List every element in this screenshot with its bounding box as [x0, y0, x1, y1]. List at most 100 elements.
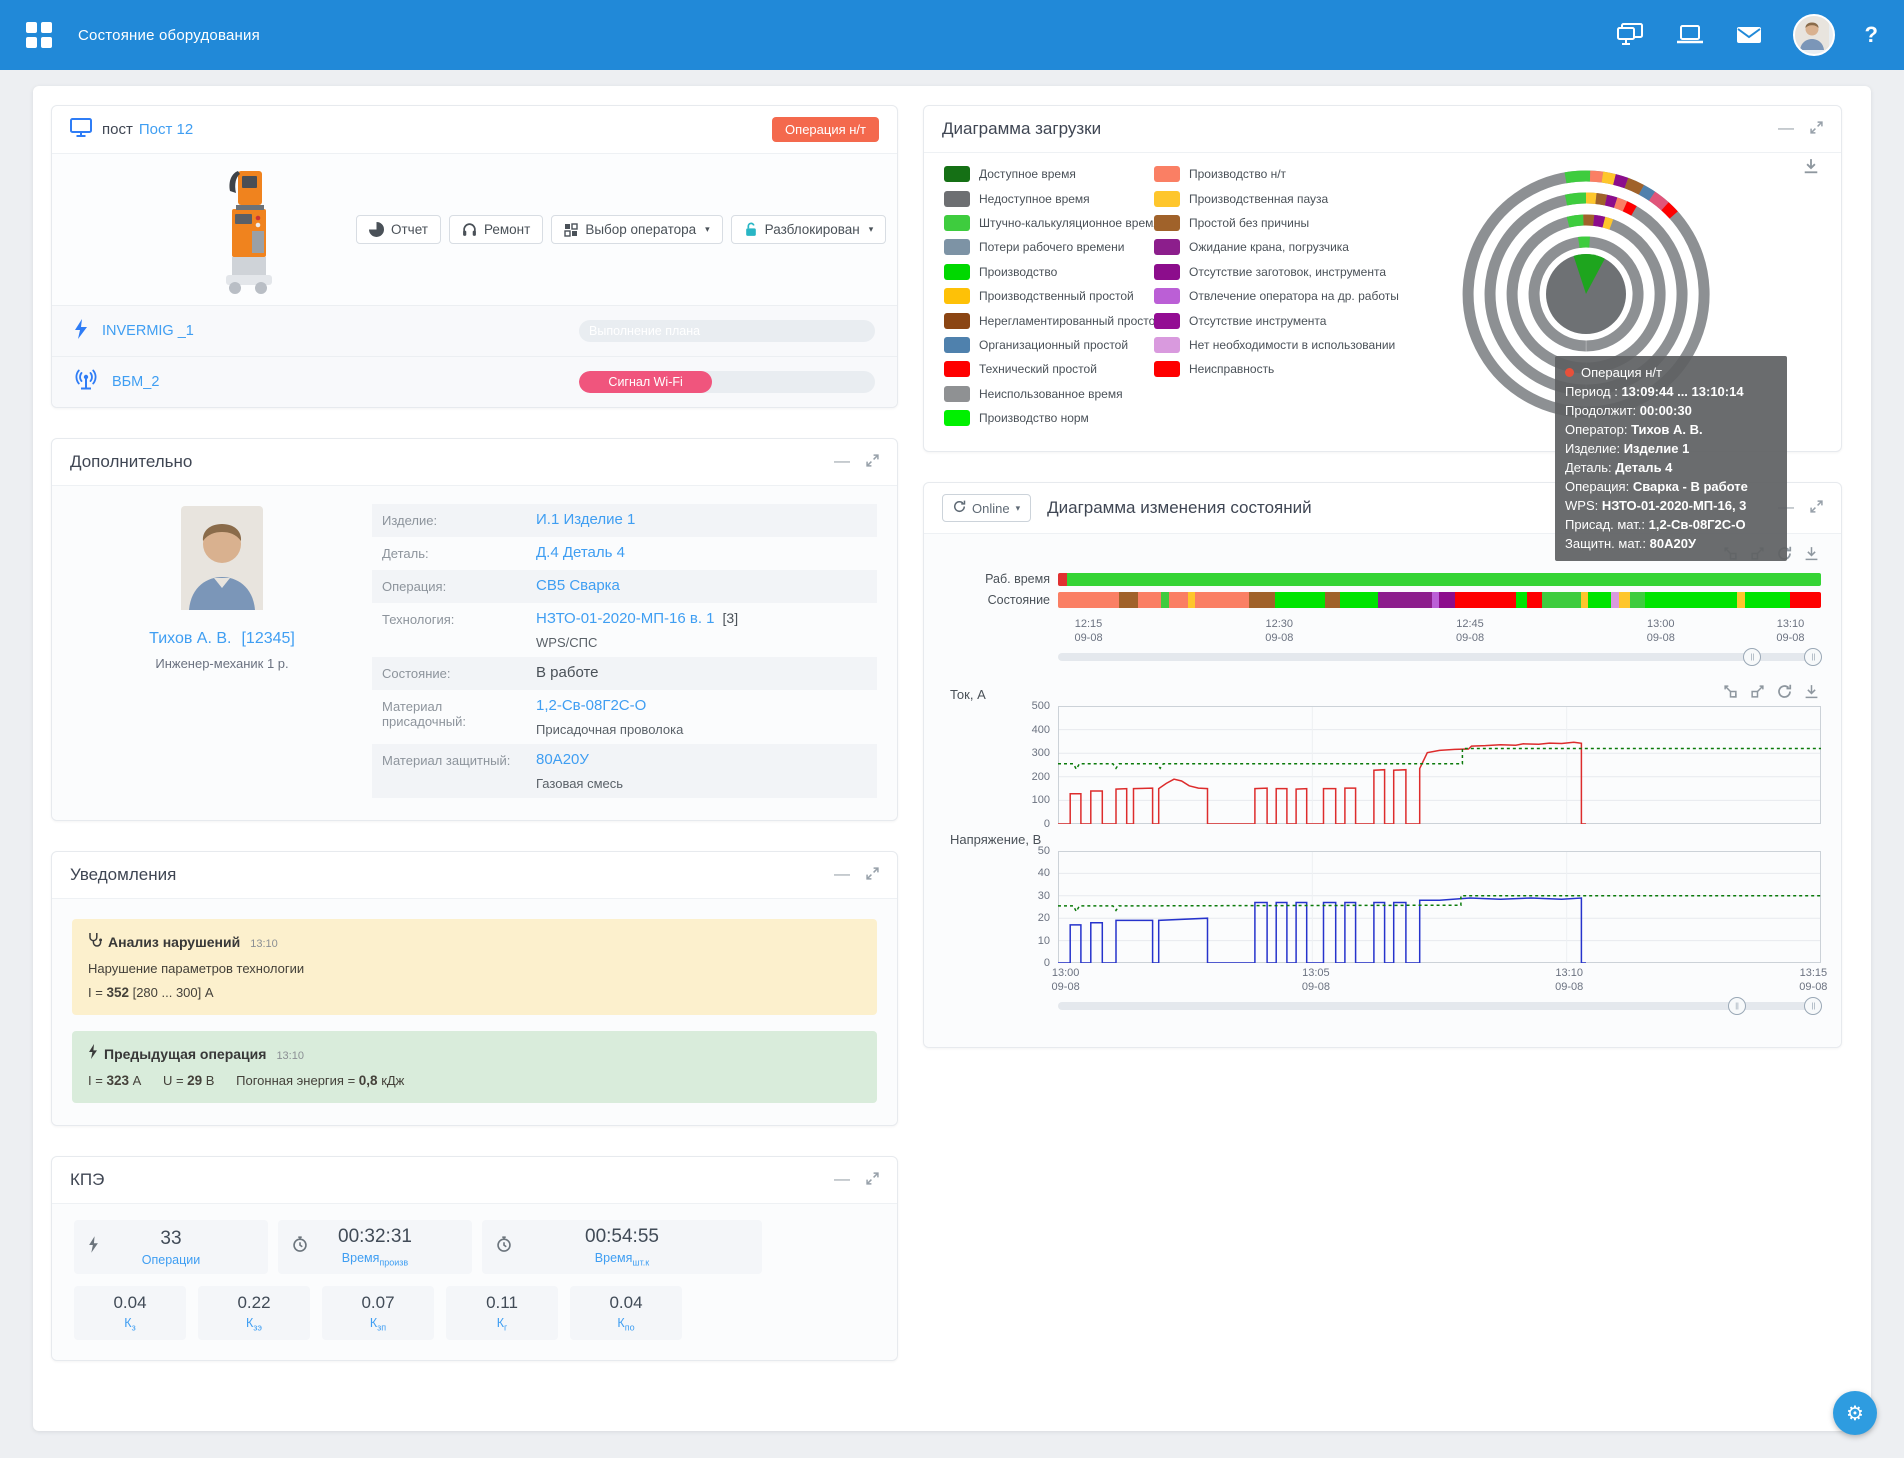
- apps-grid-icon[interactable]: [26, 22, 52, 48]
- state-segment[interactable]: [1249, 592, 1276, 608]
- state-segment[interactable]: [1058, 573, 1067, 586]
- operator-name[interactable]: Тихов А. В.[12345]: [72, 630, 372, 648]
- settings-fab[interactable]: ⚙: [1833, 1391, 1877, 1435]
- state-segment[interactable]: [1058, 592, 1119, 608]
- current-chart[interactable]: 0100200300400500: [944, 706, 1821, 824]
- detail-row: Материал защитный:80А20УГазовая смесь: [372, 744, 877, 798]
- slider-handle[interactable]: ||: [1728, 997, 1746, 1015]
- state-segment[interactable]: [1619, 592, 1630, 608]
- kpi-label[interactable]: Времяпроизв: [338, 1251, 412, 1268]
- kpi-label[interactable]: Кз: [113, 1316, 146, 1333]
- expand-icon[interactable]: [866, 454, 879, 471]
- expand-icon[interactable]: [1810, 121, 1823, 138]
- detail-value[interactable]: 1,2-Св-08Г2С-О: [536, 697, 646, 714]
- user-avatar[interactable]: [1793, 14, 1835, 56]
- kpi-label[interactable]: Кзп: [361, 1316, 394, 1333]
- state-segment[interactable]: [1611, 592, 1619, 608]
- detail-value[interactable]: 80А20У: [536, 751, 589, 768]
- state-segment[interactable]: [1439, 592, 1454, 608]
- timeline-range-slider[interactable]: || ||: [1058, 648, 1821, 666]
- kpi-value: 0.22: [237, 1293, 270, 1313]
- refresh-icon[interactable]: [1777, 684, 1792, 702]
- chart-range-slider[interactable]: || ||: [1058, 997, 1821, 1015]
- online-mode-button[interactable]: Online ▾: [942, 494, 1031, 522]
- state-segment[interactable]: [1527, 592, 1542, 608]
- detail-value[interactable]: Д.4 Деталь 4: [536, 544, 625, 561]
- device-link-invermig[interactable]: INVERMIG _1: [102, 323, 194, 339]
- state-segment[interactable]: [1645, 592, 1737, 608]
- post-name-link[interactable]: Пост 12: [139, 121, 193, 138]
- detail-value[interactable]: И.1 Изделие 1: [536, 511, 635, 528]
- kpi-label[interactable]: Кпо: [609, 1316, 642, 1333]
- slider-handle[interactable]: ||: [1804, 997, 1822, 1015]
- report-button[interactable]: Отчет: [356, 215, 441, 244]
- state-segment[interactable]: [1161, 592, 1169, 608]
- state-segment[interactable]: [1737, 592, 1745, 608]
- legend-label: Технический простой: [979, 362, 1097, 376]
- zoom-back-icon[interactable]: [1750, 684, 1765, 702]
- state-segment[interactable]: [1169, 592, 1188, 608]
- state-segment[interactable]: [1542, 592, 1580, 608]
- legend-item: Организационный простой: [944, 333, 1162, 357]
- state-segment[interactable]: [1630, 592, 1645, 608]
- kpi-label[interactable]: Кг: [486, 1316, 518, 1333]
- slider-handle[interactable]: ||: [1804, 648, 1822, 666]
- collapse-icon[interactable]: —: [1778, 121, 1794, 137]
- download-icon[interactable]: [1804, 546, 1819, 564]
- repair-button[interactable]: Ремонт: [449, 215, 543, 244]
- state-segment[interactable]: [1516, 592, 1527, 608]
- collapse-icon[interactable]: —: [834, 867, 850, 883]
- state-segment[interactable]: [1745, 592, 1791, 608]
- help-icon[interactable]: ?: [1865, 22, 1878, 48]
- series-setpoint: [1058, 896, 1821, 912]
- state-segment[interactable]: [1325, 592, 1340, 608]
- kpi-label[interactable]: Кзэ: [237, 1316, 270, 1333]
- y-tick: 300: [1032, 747, 1050, 759]
- download-icon[interactable]: [1804, 684, 1819, 702]
- state-segment[interactable]: [1188, 592, 1196, 608]
- monitors-icon[interactable]: [1615, 22, 1645, 48]
- legend-swatch: [1154, 288, 1180, 304]
- unlock-button[interactable]: Разблокирован▾: [731, 215, 887, 244]
- state-bar[interactable]: [1058, 592, 1821, 608]
- voltage-chart[interactable]: 01020304050: [944, 851, 1821, 963]
- zoom-box-icon[interactable]: [1723, 684, 1738, 702]
- state-segment[interactable]: [1581, 592, 1589, 608]
- content-panel: пост Пост 12 Операция н/т: [33, 86, 1871, 1431]
- power-source-icon: [74, 318, 88, 345]
- state-segment[interactable]: [1067, 573, 1821, 586]
- state-segment[interactable]: [1340, 592, 1378, 608]
- state-segment[interactable]: [1455, 592, 1516, 608]
- detail-value[interactable]: СВ5 Сварка: [536, 577, 620, 594]
- collapse-icon[interactable]: —: [834, 454, 850, 470]
- expand-icon[interactable]: [866, 1172, 879, 1189]
- operator-select-button[interactable]: Выбор оператора▾: [551, 215, 722, 244]
- state-segment[interactable]: [1195, 592, 1248, 608]
- state-segment[interactable]: [1588, 592, 1611, 608]
- kpi-value: 0.11: [486, 1293, 518, 1313]
- collapse-icon[interactable]: —: [834, 1172, 850, 1188]
- laptop-icon[interactable]: [1675, 23, 1705, 47]
- legend-item: Штучно-калькуляционное время: [944, 211, 1162, 235]
- state-segment[interactable]: [1378, 592, 1431, 608]
- state-segment[interactable]: [1275, 592, 1325, 608]
- legend-item: Потери рабочего времени: [944, 235, 1162, 259]
- state-segment[interactable]: [1119, 592, 1138, 608]
- series-setpoint: [1058, 749, 1821, 770]
- expand-icon[interactable]: [1810, 500, 1823, 517]
- state-segment[interactable]: [1790, 592, 1821, 608]
- detail-value[interactable]: НЗТО-01-2020-МП-16 в. 1: [536, 610, 715, 627]
- device-link-vbm[interactable]: ВБМ_2: [112, 374, 159, 390]
- worktime-bar[interactable]: [1058, 573, 1821, 586]
- state-segment[interactable]: [1138, 592, 1161, 608]
- expand-icon[interactable]: [866, 867, 879, 884]
- alert-values: I = 323 А U = 29 В Погонная энергия = 0,…: [88, 1073, 861, 1088]
- slider-handle[interactable]: ||: [1743, 648, 1761, 666]
- mail-icon[interactable]: [1735, 24, 1763, 46]
- kpi-label[interactable]: Операции: [142, 1253, 200, 1267]
- y-tick: 100: [1032, 794, 1050, 806]
- legend-item: Производственная пауза: [1154, 186, 1399, 210]
- download-icon[interactable]: [1803, 158, 1819, 179]
- kpi-label[interactable]: Времяшт.к: [585, 1251, 659, 1268]
- state-segment[interactable]: [1432, 592, 1440, 608]
